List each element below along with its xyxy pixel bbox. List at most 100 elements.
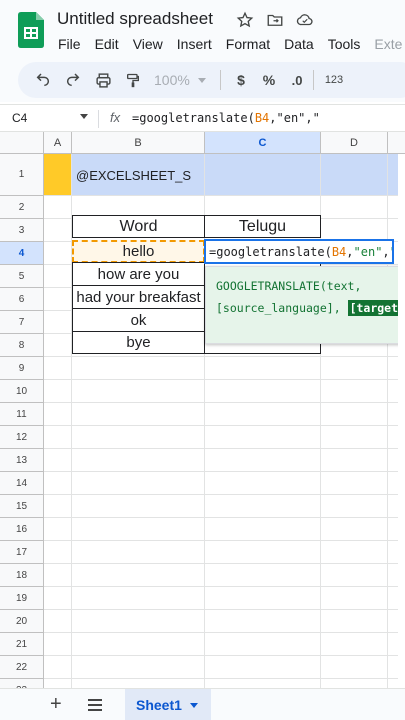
- row-header-5[interactable]: 5: [0, 265, 44, 288]
- menu-tools[interactable]: Tools: [328, 36, 375, 52]
- column-header-b[interactable]: B: [72, 132, 205, 154]
- column-gridline: [71, 154, 72, 720]
- referenced-cell-b4[interactable]: hello: [72, 240, 205, 263]
- column-header-e[interactable]: [388, 132, 405, 154]
- redo-icon[interactable]: [58, 65, 88, 95]
- add-sheet-icon[interactable]: +: [50, 693, 62, 716]
- table-header-telugu[interactable]: Telugu: [204, 215, 321, 238]
- row-gridline: [44, 678, 405, 679]
- row-header-22[interactable]: 22: [0, 656, 44, 679]
- star-icon[interactable]: [236, 11, 254, 29]
- editor-comma: ,: [382, 244, 390, 259]
- fx-icon: fx: [110, 110, 121, 125]
- chevron-down-icon[interactable]: [80, 114, 88, 119]
- column-header-c[interactable]: C: [205, 132, 321, 154]
- menu-file[interactable]: File: [58, 36, 95, 52]
- row-header-3[interactable]: 3: [0, 219, 44, 242]
- row-header-4[interactable]: 4: [0, 242, 44, 265]
- row-gridline: [44, 517, 405, 518]
- formula-prefix: =googletranslate(: [132, 111, 255, 125]
- sheets-logo-icon[interactable]: [18, 12, 44, 48]
- decrease-decimal-button[interactable]: .0: [283, 65, 311, 95]
- menu-view[interactable]: View: [133, 36, 177, 52]
- function-signature: GOOGLETRANSLATE(text,: [216, 279, 362, 293]
- chevron-down-icon[interactable]: [189, 702, 198, 708]
- percent-format-button[interactable]: %: [255, 65, 283, 95]
- formula-reference: B4: [254, 111, 270, 125]
- cloud-status-icon[interactable]: [296, 11, 314, 29]
- row-header-12[interactable]: 12: [0, 426, 44, 449]
- editor-prefix: =googletranslate(: [209, 244, 332, 259]
- function-args: [source_language], [target: [216, 297, 405, 319]
- menu-insert[interactable]: Insert: [177, 36, 226, 52]
- zoom-value: 100%: [154, 72, 190, 88]
- select-all-corner[interactable]: [0, 132, 44, 154]
- function-hint-tooltip[interactable]: GOOGLETRANSLATE(text, [source_language],…: [205, 266, 405, 344]
- row-header-13[interactable]: 13: [0, 449, 44, 472]
- move-folder-icon[interactable]: [266, 11, 284, 29]
- row-gridline: [44, 494, 405, 495]
- title-bar: Untitled spreadsheet File Edit View Inse…: [0, 0, 405, 58]
- row-header-17[interactable]: 17: [0, 541, 44, 564]
- spreadsheet-grid[interactable]: A B C D @EXCELSHEET_S 1 2 3 4 5 6 7 8 9 10 11 12 13 1…: [0, 132, 405, 720]
- sheet-tab-label: Sheet1: [136, 697, 182, 713]
- row-gridline: [44, 586, 405, 587]
- row-header-16[interactable]: 16: [0, 518, 44, 541]
- paint-format-icon[interactable]: [118, 65, 148, 95]
- row-header-18[interactable]: 18: [0, 564, 44, 587]
- table-cell-word[interactable]: how are you: [72, 262, 205, 286]
- row-header-15[interactable]: 15: [0, 495, 44, 518]
- row-gridline: [44, 471, 405, 472]
- row-gridline: [44, 356, 405, 357]
- row-gridline: [44, 632, 405, 633]
- document-title[interactable]: Untitled spreadsheet: [57, 9, 213, 29]
- row-gridline: [44, 609, 405, 610]
- sheet-tab-sheet1[interactable]: Sheet1: [125, 689, 211, 720]
- menu-extensions[interactable]: Exte: [374, 36, 405, 52]
- more-formats-button[interactable]: 123: [316, 65, 352, 95]
- row-header-21[interactable]: 21: [0, 633, 44, 656]
- menu-bar: File Edit View Insert Format Data Tools …: [58, 36, 405, 52]
- currency-format-button[interactable]: $: [227, 65, 255, 95]
- row-header-2[interactable]: 2: [0, 196, 44, 219]
- row-header-14[interactable]: 14: [0, 472, 44, 495]
- active-cell-editor[interactable]: =googletranslate(B4,"en","t: [204, 239, 394, 264]
- row-gridline: [44, 563, 405, 564]
- editor-target-arg: "t: [390, 245, 392, 259]
- zoom-select[interactable]: 100%: [148, 65, 214, 95]
- menu-format[interactable]: Format: [226, 36, 284, 52]
- decrease-decimal-label: .0: [291, 72, 303, 88]
- editor-source-arg: "en": [353, 244, 383, 259]
- title-actions: [236, 11, 314, 29]
- table-cell-word[interactable]: had your breakfast: [72, 285, 205, 309]
- all-sheets-menu-icon[interactable]: [88, 699, 102, 711]
- row-header-20[interactable]: 20: [0, 610, 44, 633]
- row-header-10[interactable]: 10: [0, 380, 44, 403]
- row-header-19[interactable]: 19: [0, 587, 44, 610]
- row-header-7[interactable]: 7: [0, 311, 44, 334]
- row-header-1[interactable]: 1: [0, 154, 44, 196]
- column-header-d[interactable]: D: [321, 132, 388, 154]
- formula-input[interactable]: =googletranslate(B4,"en",": [132, 111, 320, 125]
- print-icon[interactable]: [88, 65, 118, 95]
- table-cell-word[interactable]: ok: [72, 308, 205, 332]
- table-header-word[interactable]: Word: [72, 215, 205, 238]
- toolbar-divider: [220, 70, 221, 90]
- row-header-9[interactable]: 9: [0, 357, 44, 380]
- row-header-11[interactable]: 11: [0, 403, 44, 426]
- column-header-a[interactable]: A: [44, 132, 72, 154]
- name-box[interactable]: C4: [12, 111, 27, 125]
- row-gridline: [44, 402, 405, 403]
- menu-edit[interactable]: Edit: [95, 36, 133, 52]
- menu-data[interactable]: Data: [284, 36, 328, 52]
- vertical-scrollbar[interactable]: [398, 154, 405, 684]
- row-header-6[interactable]: 6: [0, 288, 44, 311]
- row-gridline: [44, 379, 405, 380]
- highlight-cell-a1[interactable]: [44, 154, 72, 196]
- sheet-tabs-bar: + Sheet1: [0, 688, 405, 720]
- row-header-8[interactable]: 8: [0, 334, 44, 357]
- banner-text[interactable]: @EXCELSHEET_S: [76, 168, 191, 183]
- table-cell-word[interactable]: bye: [72, 331, 205, 354]
- editor-comma: ,: [346, 244, 354, 259]
- undo-icon[interactable]: [28, 65, 58, 95]
